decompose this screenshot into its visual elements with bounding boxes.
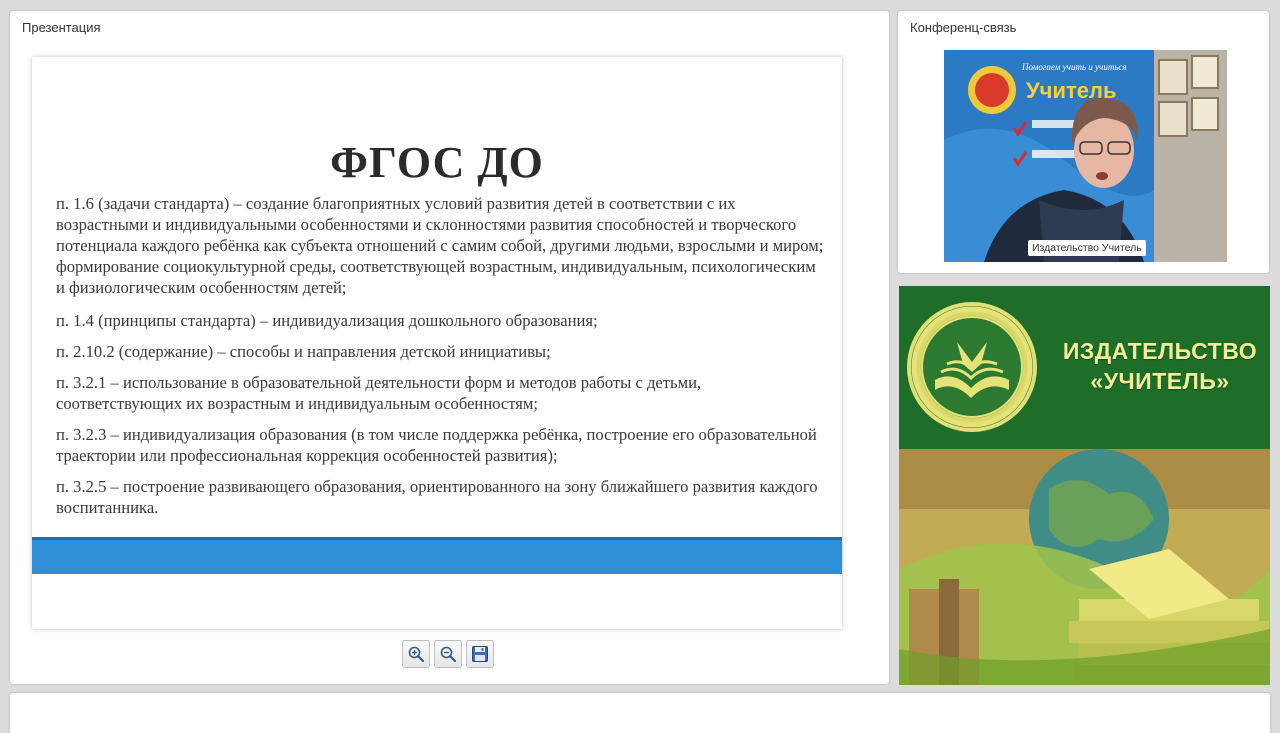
zoom-in-icon bbox=[408, 646, 425, 663]
publisher-logo-banner: ИЗДАТЕЛЬСТВО «УЧИТЕЛЬ» bbox=[899, 286, 1270, 449]
webcam-video[interactable]: Помогаем учить и учиться Учитель Издател… bbox=[944, 50, 1227, 262]
bottom-panel bbox=[10, 693, 1270, 733]
zoom-in-button[interactable] bbox=[402, 640, 430, 668]
slide-paragraph: п. 1.4 (принципы стандарта) – индивидуал… bbox=[56, 311, 598, 330]
conference-panel-title: Конференц-связь bbox=[910, 20, 1017, 35]
video-caption: Издательство Учитель bbox=[1028, 240, 1146, 256]
presentation-slide: ФГОС ДО п. 1.6 (задачи стандарта) – созд… bbox=[32, 57, 842, 629]
slide-blue-bar bbox=[32, 537, 842, 574]
slide-paragraph: п. 3.2.3 – индивидуализация образования … bbox=[56, 425, 817, 465]
slide-title: ФГОС ДО bbox=[330, 138, 544, 187]
slide-paragraph: п. 3.2.1 – использование в образовательн… bbox=[56, 373, 702, 413]
publisher-emblem-icon bbox=[907, 302, 1037, 432]
publisher-name: ИЗДАТЕЛЬСТВО «УЧИТЕЛЬ» bbox=[1055, 336, 1265, 396]
svg-text:Помогаем учить и учиться: Помогаем учить и учиться bbox=[1021, 62, 1127, 72]
presentation-toolbar bbox=[402, 640, 494, 670]
save-icon bbox=[472, 646, 488, 662]
save-button[interactable] bbox=[466, 640, 494, 668]
slide-paragraph: п. 1.6 (задачи стандарта) – создание бла… bbox=[56, 194, 824, 297]
zoom-out-icon bbox=[440, 646, 457, 663]
webcam-backdrop-slogan: Помогаем учить и учиться bbox=[1021, 62, 1127, 72]
conference-panel: Конференц-связь Помогаем учить и учиться… bbox=[898, 11, 1269, 273]
books-globe-illustration bbox=[899, 449, 1270, 685]
books-globe-image bbox=[899, 449, 1270, 685]
book-emblem-icon bbox=[911, 306, 1033, 428]
slide-body: п. 1.6 (задачи стандарта) – создание бла… bbox=[56, 193, 826, 528]
presentation-panel: Презентация ФГОС ДО п. 1.6 (задачи станд… bbox=[10, 11, 889, 684]
webcam-scene: Помогаем учить и учиться Учитель bbox=[944, 50, 1227, 262]
publisher-name-line2: «УЧИТЕЛЬ» bbox=[1090, 368, 1230, 394]
publisher-name-line1: ИЗДАТЕЛЬСТВО bbox=[1062, 338, 1258, 364]
slide-paragraph: п. 2.10.2 (содержание) – способы и напра… bbox=[56, 342, 551, 361]
slide-paragraph: п. 3.2.5 – построение развивающего образ… bbox=[56, 477, 818, 517]
zoom-out-button[interactable] bbox=[434, 640, 462, 668]
presentation-panel-title: Презентация bbox=[22, 20, 101, 35]
